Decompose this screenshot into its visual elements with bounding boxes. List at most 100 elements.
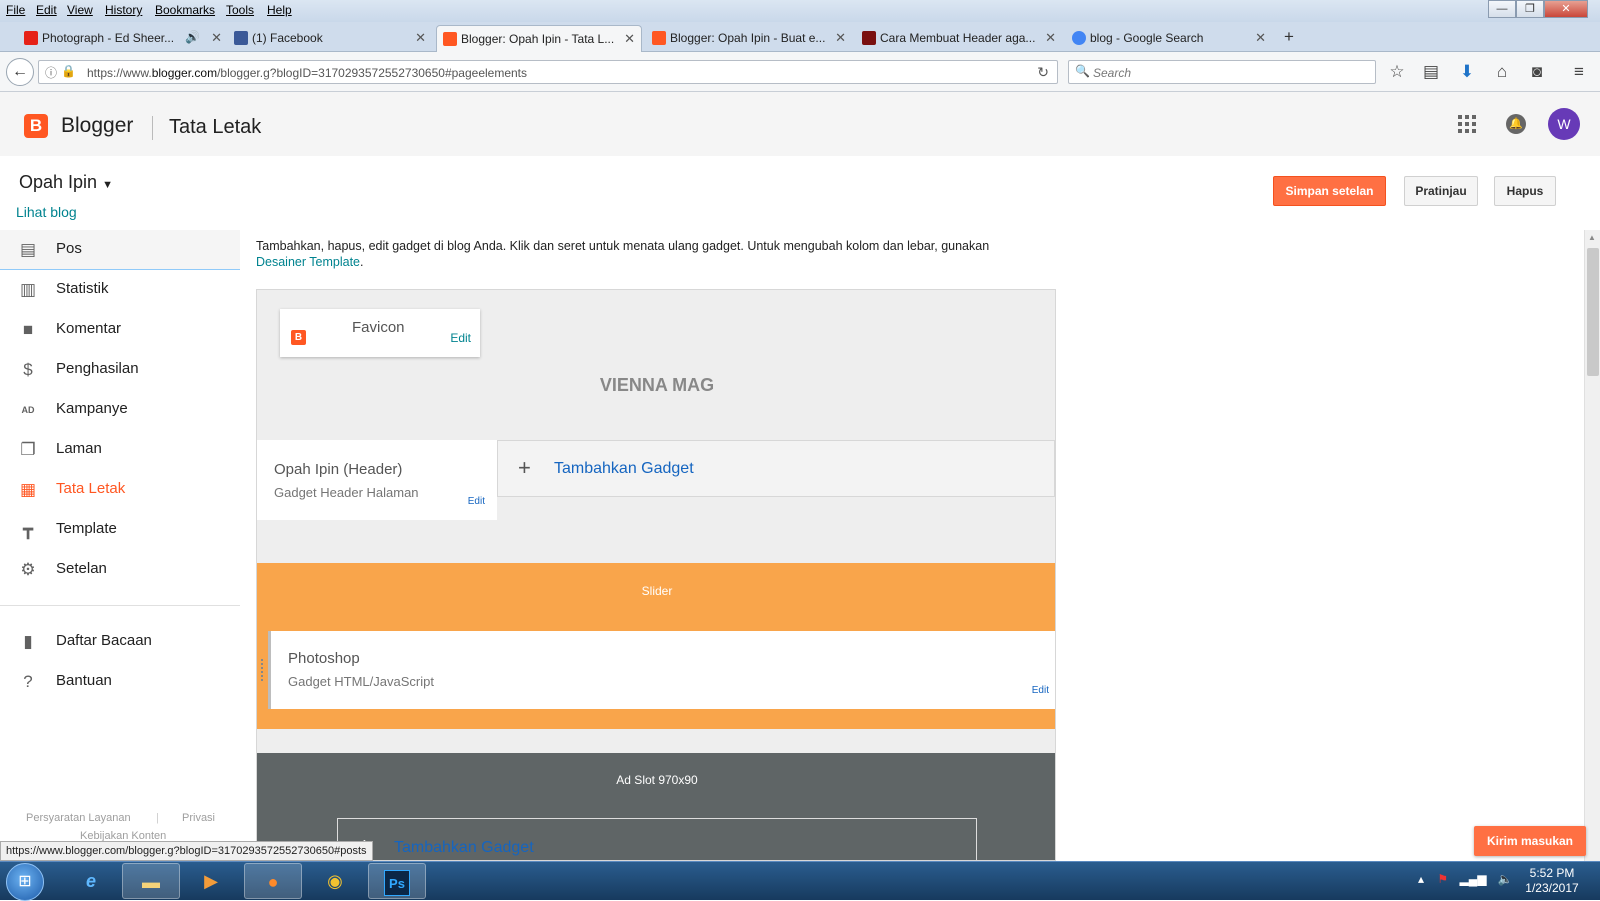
close-tab-icon[interactable]: ✕: [835, 30, 846, 46]
sidebar-item-comments[interactable]: ■ Komentar: [0, 310, 240, 350]
bookmark-star-icon[interactable]: ☆: [1386, 62, 1408, 82]
taskbar: ⊞ e ▬ ▶ ● ◉ Ps ▴ ⚑ ▂▄▆ 🔈 5:52 PM 1/23/20…: [0, 861, 1600, 901]
brand-name[interactable]: Blogger: [61, 114, 133, 138]
notification-bell-icon[interactable]: 🔔: [1506, 114, 1526, 134]
template-designer-link[interactable]: Desainer Template: [256, 255, 360, 269]
blogger-icon: B: [291, 330, 306, 345]
search-input[interactable]: 🔍 Search: [1068, 60, 1376, 84]
menu-file[interactable]: File: [6, 3, 25, 17]
tab-facebook[interactable]: (1) Facebook ✕: [228, 25, 432, 52]
tab-cara-membuat-header[interactable]: Cara Membuat Header aga... ✕: [856, 25, 1062, 52]
file-explorer-icon[interactable]: ▬: [122, 863, 180, 899]
media-player-icon[interactable]: ▶: [182, 863, 240, 899]
sidebar-item-template[interactable]: ┳ Template: [0, 510, 240, 550]
chrome-icon[interactable]: ◉: [306, 863, 364, 899]
close-window-button[interactable]: ✕: [1544, 0, 1588, 18]
menu-edit[interactable]: Edit: [36, 3, 57, 17]
back-button[interactable]: ←: [6, 58, 34, 86]
gadget-title: Favicon: [352, 319, 405, 336]
url-bar[interactable]: ⓘ 🔒 https://www.blogger.com/blogger.g?bl…: [38, 60, 1058, 84]
sidebar-item-earnings[interactable]: $ Penghasilan: [0, 350, 240, 390]
avatar[interactable]: W: [1548, 108, 1580, 140]
view-blog-link[interactable]: Lihat blog: [16, 204, 77, 220]
menu-help[interactable]: Help: [267, 3, 292, 17]
tab-google-search[interactable]: blog - Google Search ✕: [1066, 25, 1272, 52]
reload-icon[interactable]: ↻: [1037, 64, 1049, 81]
ad-icon: AD: [21, 405, 35, 415]
add-gadget-button[interactable]: + Tambahkan Gadget: [337, 818, 977, 860]
sidebar-item-reading-list[interactable]: ▮ Daftar Bacaan: [0, 622, 240, 662]
photoshop-icon[interactable]: Ps: [368, 863, 426, 899]
sidebar-item-help[interactable]: ? Bantuan: [0, 662, 240, 702]
menu-bookmarks[interactable]: Bookmarks: [155, 3, 215, 17]
navigation-bar: ← ⓘ 🔒 https://www.blogger.com/blogger.g?…: [0, 52, 1600, 92]
drag-handle-icon[interactable]: [261, 659, 265, 681]
sidebar-item-settings[interactable]: ⚙ Setelan: [0, 550, 240, 590]
start-button[interactable]: ⊞: [6, 863, 44, 901]
close-tab-icon[interactable]: ✕: [415, 30, 426, 46]
chevron-down-icon: ▼: [102, 179, 113, 191]
show-hidden-icon[interactable]: ▴: [1418, 872, 1424, 886]
gadget-type: Gadget Header Halaman: [274, 485, 419, 500]
menu-view[interactable]: View: [67, 3, 93, 17]
close-tab-icon[interactable]: ✕: [624, 31, 635, 47]
delete-button[interactable]: Hapus: [1494, 176, 1556, 206]
sidebar-item-layout[interactable]: ▦ Tata Letak: [0, 470, 240, 510]
lock-icon[interactable]: 🔒: [61, 64, 76, 78]
add-gadget-label: Tambahkan Gadget: [554, 460, 694, 477]
menu-icon[interactable]: ≡: [1568, 62, 1590, 82]
pocket-icon[interactable]: ◙: [1526, 62, 1548, 82]
facebook-icon: [234, 31, 248, 45]
edit-photoshop-link[interactable]: Edit: [1032, 685, 1049, 696]
header-gadget[interactable]: Opah Ipin (Header) Gadget Header Halaman…: [257, 440, 497, 520]
window-controls: — ❐ ✕: [1488, 0, 1588, 18]
close-tab-icon[interactable]: ✕: [1255, 30, 1266, 46]
send-feedback-button[interactable]: Kirim masukan: [1474, 826, 1586, 856]
apps-grid-icon[interactable]: [1458, 115, 1476, 133]
tab-youtube[interactable]: Photograph - Ed Sheer... 🔊 ✕: [18, 25, 228, 52]
download-icon[interactable]: ⬇: [1456, 62, 1478, 82]
minimize-button[interactable]: —: [1488, 0, 1516, 18]
terms-link[interactable]: Persyaratan Layanan: [26, 812, 131, 824]
volume-icon[interactable]: 🔈: [1498, 872, 1513, 886]
internet-explorer-icon[interactable]: e: [62, 863, 120, 899]
home-icon[interactable]: ⌂: [1491, 62, 1513, 82]
scroll-thumb[interactable]: [1587, 248, 1599, 376]
favicon-gadget[interactable]: B Favicon Edit: [280, 309, 480, 357]
speaker-icon[interactable]: 🔊: [185, 30, 200, 44]
preview-button[interactable]: Pratinjau: [1404, 176, 1478, 206]
url-text: https://www.blogger.com/blogger.g?blogID…: [87, 66, 528, 80]
menu-history[interactable]: History: [105, 3, 142, 17]
sidebar-item-pages[interactable]: ❐ Laman: [0, 430, 240, 470]
reading-list-icon[interactable]: ▤: [1420, 62, 1442, 82]
sidebar-item-campaigns[interactable]: AD Kampanye: [0, 390, 240, 430]
tab-blogger-post[interactable]: Blogger: Opah Ipin - Buat e... ✕: [646, 25, 852, 52]
add-gadget-button[interactable]: + Tambahkan Gadget: [497, 440, 1055, 497]
blog-selector[interactable]: Opah Ipin ▼: [19, 172, 113, 193]
info-icon[interactable]: ⓘ: [45, 64, 57, 81]
edit-favicon-link[interactable]: Edit: [450, 331, 471, 345]
site-title: VIENNA MAG: [599, 375, 715, 395]
close-tab-icon[interactable]: ✕: [211, 30, 222, 46]
gadget-type: Gadget HTML/JavaScript: [288, 674, 434, 689]
system-clock[interactable]: 5:52 PM 1/23/2017: [1516, 866, 1588, 896]
blogger-logo-icon[interactable]: B: [24, 114, 48, 138]
bookmark-icon: ▮: [23, 632, 33, 651]
tab-bar: Photograph - Ed Sheer... 🔊 ✕ (1) Faceboo…: [0, 22, 1600, 52]
firefox-icon[interactable]: ●: [244, 863, 302, 899]
photoshop-gadget[interactable]: Photoshop Gadget HTML/JavaScript Edit: [261, 631, 1055, 709]
save-settings-button[interactable]: Simpan setelan: [1273, 176, 1386, 206]
restore-button[interactable]: ❐: [1516, 0, 1544, 18]
sidebar-item-stats[interactable]: ▥ Statistik: [0, 270, 240, 310]
tab-blogger-layout[interactable]: Blogger: Opah Ipin - Tata L... ✕: [436, 25, 642, 52]
menu-tools[interactable]: Tools: [226, 3, 254, 17]
sidebar-item-posts[interactable]: ▤ Pos: [0, 230, 240, 270]
edit-header-link[interactable]: Edit: [468, 496, 485, 507]
network-icon[interactable]: ▂▄▆: [1459, 872, 1486, 886]
privacy-link[interactable]: Privasi: [182, 812, 215, 824]
close-tab-icon[interactable]: ✕: [1045, 30, 1056, 46]
new-tab-button[interactable]: +: [1284, 27, 1294, 47]
page-scrollbar[interactable]: ▲: [1584, 230, 1600, 861]
action-center-icon[interactable]: ⚑: [1437, 872, 1448, 886]
scroll-up-icon[interactable]: ▲: [1588, 233, 1596, 242]
